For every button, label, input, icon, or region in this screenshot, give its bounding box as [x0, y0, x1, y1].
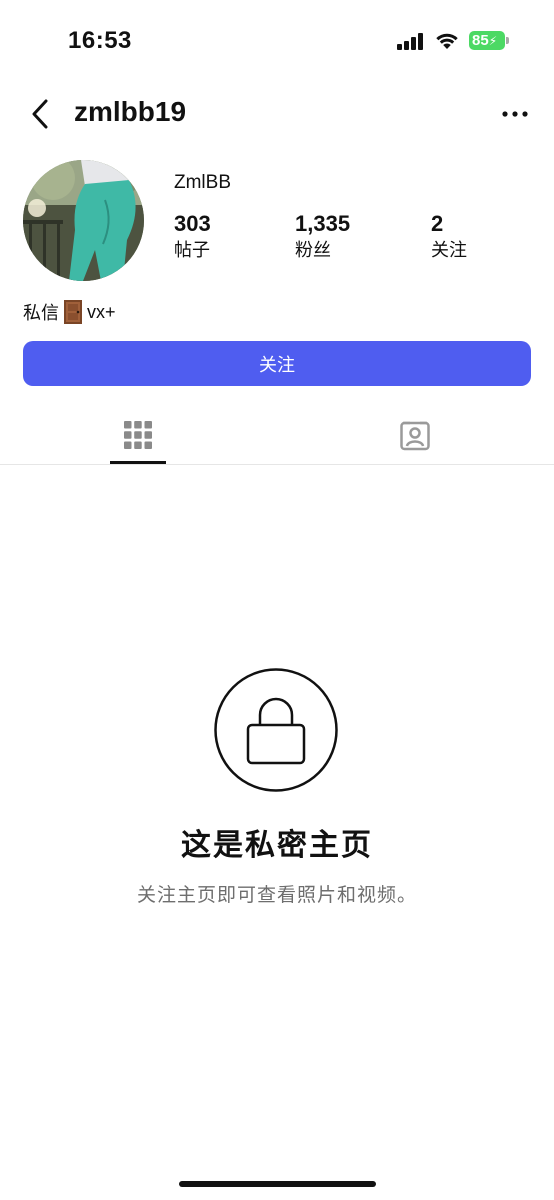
stat-posts-label: 帖子 [174, 240, 210, 260]
stat-followers-label: 粉丝 [295, 240, 331, 260]
stat-posts[interactable]: 303 帖子 [174, 211, 211, 262]
status-time: 16:53 [68, 27, 132, 54]
back-arrow-icon [32, 99, 48, 129]
more-button[interactable] [498, 100, 532, 128]
cellular-signal-icon [397, 33, 425, 50]
private-account-title: 这是私密主页 [181, 829, 373, 862]
bio-prefix: 私信 [23, 303, 59, 323]
lock-icon [214, 668, 338, 792]
back-button[interactable] [24, 96, 56, 132]
stat-following-count: 2 [431, 211, 444, 236]
stat-following-label: 关注 [431, 240, 467, 260]
bio-suffix: vx+ [87, 301, 116, 322]
wifi-icon [434, 30, 460, 50]
grid-icon [124, 421, 152, 449]
tabs-divider [0, 464, 554, 465]
home-indicator[interactable] [179, 1181, 376, 1187]
battery-level: 85 [472, 32, 489, 49]
stat-following[interactable]: 2 关注 [431, 211, 467, 262]
display-name: ZmlBB [174, 172, 231, 193]
tab-tagged[interactable] [386, 405, 444, 465]
avatar[interactable] [23, 160, 144, 281]
door-icon [63, 300, 83, 324]
private-account-subtitle: 关注主页即可查看照片和视频。 [136, 885, 417, 906]
tab-posts-grid[interactable] [110, 405, 166, 465]
more-icon [502, 111, 528, 117]
bio: 私信 vx+ [23, 299, 116, 325]
tagged-icon [400, 421, 430, 451]
username-title: zmlbb19 [74, 96, 187, 127]
battery-icon: 85⚡ [469, 31, 505, 50]
follow-button[interactable]: 关注 [23, 341, 531, 386]
stat-followers-count: 1,335 [295, 211, 351, 236]
stat-posts-count: 303 [174, 211, 211, 236]
battery-cap [506, 37, 509, 44]
stat-followers[interactable]: 1,335 粉丝 [295, 211, 350, 262]
